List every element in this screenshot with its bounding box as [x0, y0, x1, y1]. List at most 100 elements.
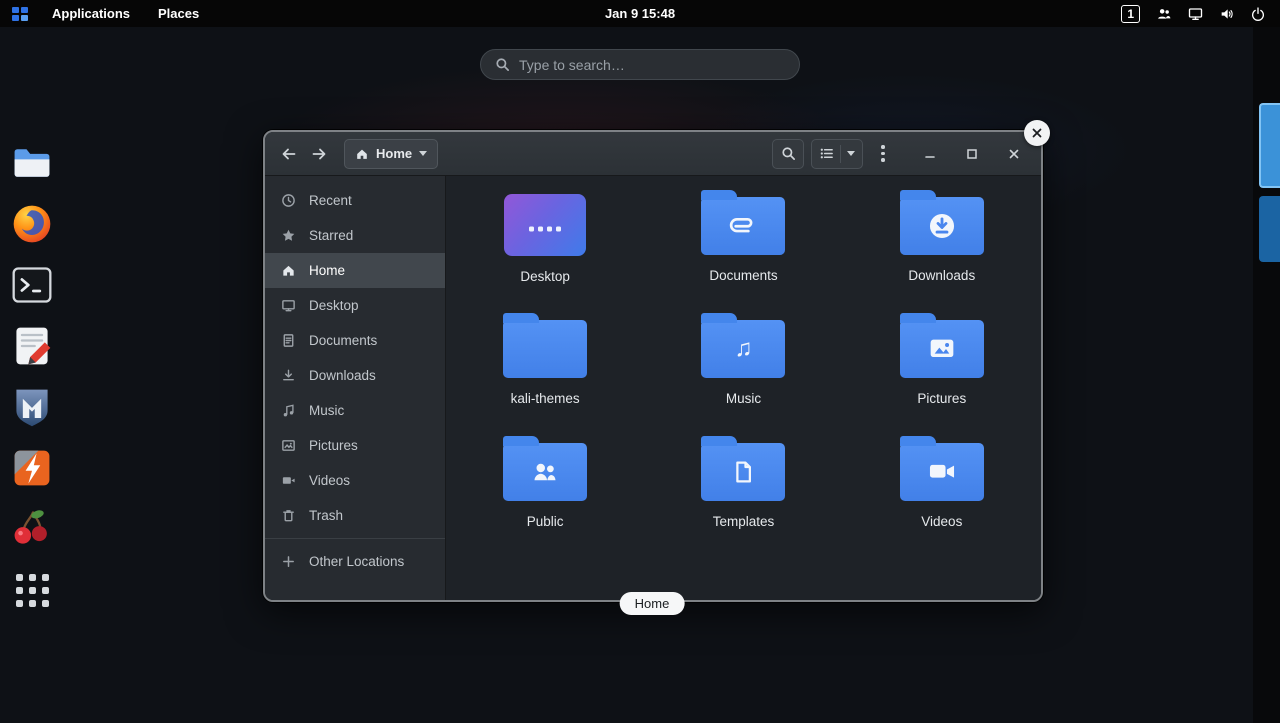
search-input[interactable]: Type to search…: [480, 49, 800, 80]
file-item-desktop[interactable]: Desktop: [465, 188, 625, 311]
display-icon[interactable]: [1187, 6, 1204, 22]
dock-item-firefox[interactable]: [9, 201, 55, 247]
path-button[interactable]: Home: [344, 138, 439, 169]
sidebar-item-trash[interactable]: Trash: [265, 498, 445, 533]
folder-icon: [899, 313, 984, 378]
text-editor-icon: [10, 324, 54, 368]
users-icon[interactable]: [1155, 6, 1172, 22]
speaker-icon[interactable]: [1219, 6, 1235, 22]
sidebar-item-label: Trash: [309, 508, 344, 523]
file-label: Public: [526, 514, 564, 529]
home-icon: [280, 263, 296, 279]
maximize-button[interactable]: [961, 143, 983, 165]
metasploit-icon: [10, 385, 54, 429]
sidebar-item-starred[interactable]: Starred: [265, 218, 445, 253]
file-label: Music: [725, 391, 762, 406]
sidebar-item-label: Desktop: [309, 298, 359, 313]
sidebar-item-music[interactable]: Music: [265, 393, 445, 428]
menu-kebab-button[interactable]: [870, 140, 896, 168]
desktop-screen-icon: [504, 194, 587, 256]
kali-logo: [10, 4, 32, 24]
workspace-thumbnail-1[interactable]: [1259, 103, 1280, 188]
window-title-pill: Home: [619, 592, 685, 615]
window-preview-close-button[interactable]: [1024, 120, 1050, 146]
file-item-videos[interactable]: Videos: [862, 434, 1022, 557]
sidebar-separator: [265, 538, 445, 539]
sidebar-item-desktop[interactable]: Desktop: [265, 288, 445, 323]
file-item-music[interactable]: ♫ Music: [663, 311, 823, 434]
back-button[interactable]: [275, 140, 303, 168]
sidebar-item-documents[interactable]: Documents: [265, 323, 445, 358]
sidebar-item-label: Documents: [309, 333, 378, 348]
dock-item-burpsuite[interactable]: [9, 445, 55, 491]
file-item-templates[interactable]: Templates: [663, 434, 823, 557]
sidebar-item-label: Recent: [309, 193, 352, 208]
file-item-public[interactable]: Public: [465, 434, 625, 557]
minimize-button[interactable]: [919, 143, 941, 165]
terminal-icon: [10, 263, 54, 307]
files-icon: [10, 141, 54, 185]
file-item-documents[interactable]: Documents: [663, 188, 823, 311]
path-button-label: Home: [376, 146, 413, 161]
close-button[interactable]: [1003, 143, 1025, 165]
sidebar-item-recent[interactable]: Recent: [265, 183, 445, 218]
search-placeholder: Type to search…: [519, 56, 625, 73]
download-arrow-emblem: [929, 213, 954, 239]
show-applications-icon: [15, 573, 49, 607]
sidebar-item-label: Downloads: [309, 368, 376, 383]
dock-item-terminal[interactable]: [9, 262, 55, 308]
sidebar-item-label: Pictures: [309, 438, 358, 453]
file-label: Pictures: [917, 391, 967, 406]
download-icon: [280, 368, 296, 384]
dock-item-metasploit[interactable]: [9, 384, 55, 430]
search-icon: [781, 146, 796, 161]
people-emblem: [534, 463, 556, 481]
sidebar-item-other-locations[interactable]: Other Locations: [265, 544, 445, 579]
sidebar-item-downloads[interactable]: Downloads: [265, 358, 445, 393]
sidebar-item-home[interactable]: Home: [265, 253, 445, 288]
image-emblem: [930, 339, 954, 357]
forward-button[interactable]: [305, 140, 333, 168]
template-document-emblem: [736, 461, 752, 483]
file-label: Documents: [709, 268, 778, 283]
view-toggle-button[interactable]: [811, 138, 863, 169]
folder-icon: [899, 190, 984, 255]
caret-down-icon: [847, 151, 855, 156]
dock-item-cherrytree[interactable]: [9, 506, 55, 552]
sidebar-item-videos[interactable]: Videos: [265, 463, 445, 498]
places-menu[interactable]: Places: [146, 2, 211, 25]
dock-item-files[interactable]: [9, 140, 55, 186]
sidebar-item-label: Other Locations: [309, 554, 405, 569]
file-item-downloads[interactable]: Downloads: [862, 188, 1022, 311]
workspace-thumbnail-2[interactable]: [1259, 196, 1280, 262]
clock[interactable]: Jan 9 15:48: [605, 0, 675, 27]
video-camera-emblem: [929, 464, 954, 478]
folder-icon: [503, 436, 588, 501]
folder-icon: [701, 436, 786, 501]
applications-menu[interactable]: Applications: [40, 2, 142, 25]
sidebar-item-pictures[interactable]: Pictures: [265, 428, 445, 463]
files-window[interactable]: Home Recent Starred Home Desktop Documen…: [263, 130, 1043, 602]
list-view-icon: [819, 146, 834, 161]
dock: [7, 140, 57, 613]
caret-down-icon: [419, 151, 428, 156]
folder-icon: [701, 190, 786, 255]
firefox-icon: [10, 202, 54, 246]
dock-item-text-editor[interactable]: [9, 323, 55, 369]
workspace-switcher: [1253, 27, 1280, 723]
file-item-kali-themes[interactable]: kali-themes: [465, 311, 625, 434]
workspace-indicator[interactable]: 1: [1121, 4, 1140, 23]
dock-item-show-applications[interactable]: [9, 567, 55, 613]
top-bar: Applications Places Jan 9 15:48 1: [0, 0, 1280, 27]
cherrytree-icon: [10, 507, 54, 551]
folder-icon: ♫: [701, 313, 786, 378]
search-toggle-button[interactable]: [772, 138, 804, 169]
file-item-pictures[interactable]: Pictures: [862, 311, 1022, 434]
search-icon: [495, 57, 510, 72]
power-icon[interactable]: [1250, 6, 1266, 22]
star-icon: [280, 228, 296, 244]
file-label: Videos: [921, 514, 963, 529]
burpsuite-icon: [10, 446, 54, 490]
plus-icon: [280, 554, 296, 570]
places-sidebar: Recent Starred Home Desktop Documents Do…: [265, 176, 446, 600]
